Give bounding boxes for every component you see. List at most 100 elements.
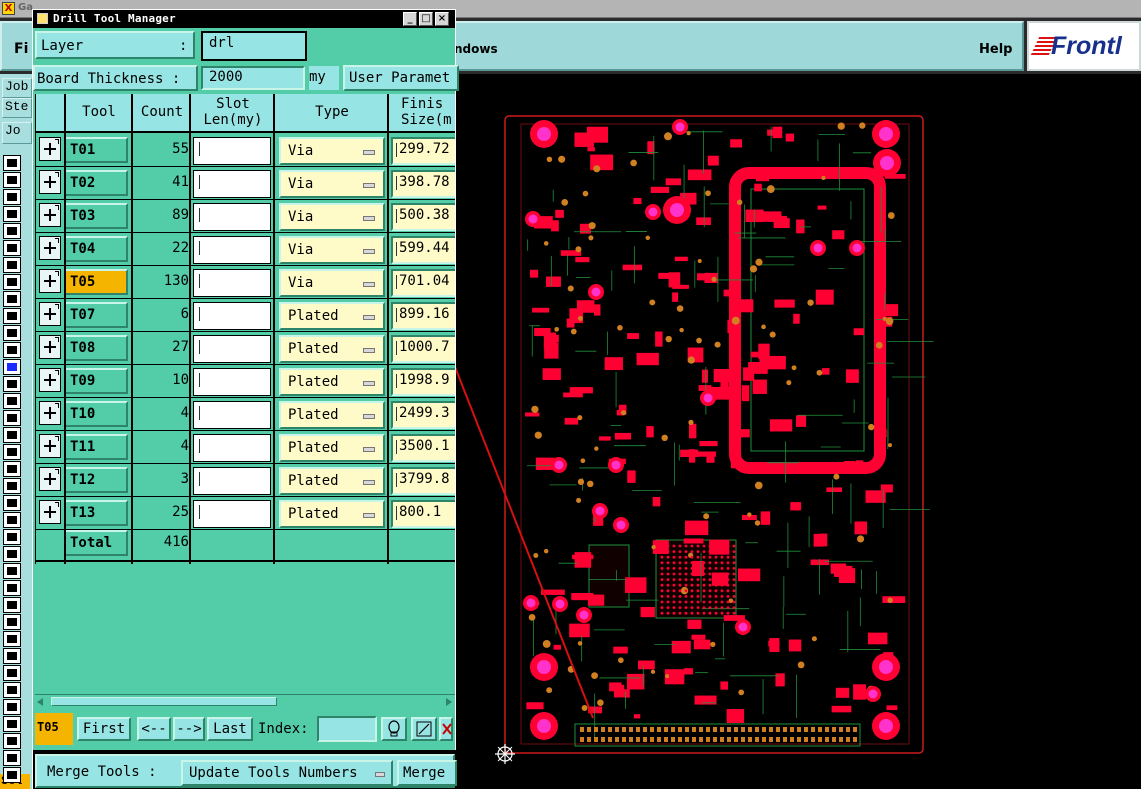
tool-button[interactable]: T04 [64, 236, 128, 262]
tool-type-select[interactable]: Via [279, 269, 385, 297]
merge-button[interactable]: Merge [397, 760, 457, 786]
left-label-job[interactable]: Job [2, 78, 32, 98]
window-menu-icon[interactable] [37, 13, 48, 24]
header-tool[interactable]: Tool [65, 94, 133, 131]
slot-length-input[interactable] [193, 335, 271, 363]
layer-checkbox[interactable] [3, 172, 21, 188]
layer-checkbox[interactable] [3, 750, 21, 766]
tool-button[interactable]: T09 [64, 368, 128, 394]
slot-length-input[interactable] [193, 434, 271, 462]
layer-checkbox[interactable] [3, 291, 21, 307]
menu-file[interactable]: Fi [14, 41, 28, 57]
layer-checkbox[interactable] [3, 461, 21, 477]
layer-checkbox[interactable] [3, 699, 21, 715]
expand-tool-icon[interactable] [39, 302, 61, 326]
edit-icon[interactable] [411, 717, 437, 741]
layer-checkbox[interactable] [3, 257, 21, 273]
tool-type-select[interactable]: Plated [279, 434, 385, 462]
tool-type-select[interactable]: Plated [279, 467, 385, 495]
tool-button[interactable]: T10 [64, 401, 128, 427]
layer-checkbox[interactable] [3, 733, 21, 749]
tool-type-select[interactable]: Plated [279, 500, 385, 528]
tool-row[interactable]: T09 10 Plated 1998.9 [35, 365, 455, 398]
layer-checkbox[interactable] [3, 512, 21, 528]
slot-length-input[interactable] [193, 302, 271, 330]
bulb-icon[interactable] [381, 717, 407, 741]
header-finish-size[interactable]: Finis Size(m [389, 94, 455, 131]
tool-type-select[interactable]: Plated [279, 335, 385, 363]
layer-checkbox[interactable] [3, 682, 21, 698]
layer-checkbox[interactable] [3, 410, 21, 426]
layer-checkbox[interactable] [3, 716, 21, 732]
expand-tool-icon[interactable] [39, 236, 61, 260]
app-close-icon[interactable]: X [2, 2, 15, 15]
tool-type-select[interactable]: Plated [279, 368, 385, 396]
expand-tool-icon[interactable] [39, 368, 61, 392]
tool-type-select[interactable]: Via [279, 236, 385, 264]
minimize-icon[interactable]: _ [403, 12, 417, 26]
slot-length-input[interactable] [193, 137, 271, 165]
expand-tool-icon[interactable] [39, 203, 61, 227]
layer-checkbox[interactable] [3, 444, 21, 460]
user-parameters-button[interactable]: User Paramet [343, 65, 459, 91]
scroll-thumb[interactable] [51, 697, 277, 706]
layer-checkbox[interactable] [3, 665, 21, 681]
tool-type-select[interactable]: Plated [279, 401, 385, 429]
tool-row[interactable]: T05 130 Via 701.04 [35, 266, 455, 299]
layer-checkbox[interactable] [3, 546, 21, 562]
finish-size-input[interactable]: 800.1 [391, 500, 455, 528]
layer-checkbox[interactable] [3, 325, 21, 341]
layer-button[interactable]: Layer : [35, 31, 195, 59]
layer-checkbox[interactable] [3, 223, 21, 239]
slot-length-input[interactable] [193, 467, 271, 495]
layer-checkbox[interactable] [3, 580, 21, 596]
layer-field[interactable]: drl [201, 31, 307, 61]
finish-size-input[interactable]: 299.72 [391, 137, 455, 165]
layer-checkbox[interactable] [3, 427, 21, 443]
tool-row[interactable]: T13 25 Plated 800.1 [35, 497, 455, 530]
header-slot-length[interactable]: Slot Len(my) [191, 94, 275, 131]
layer-checkbox[interactable] [3, 614, 21, 630]
tool-button[interactable]: T02 [64, 170, 128, 196]
tool-button[interactable]: T13 [64, 500, 128, 526]
slot-length-input[interactable] [193, 170, 271, 198]
tool-row[interactable]: T04 22 Via 599.44 [35, 233, 455, 266]
expand-tool-icon[interactable] [39, 269, 61, 293]
layer-checkbox[interactable] [3, 597, 21, 613]
expand-tool-icon[interactable] [39, 434, 61, 458]
finish-size-input[interactable]: 2499.3 [391, 401, 455, 429]
tool-row[interactable]: T03 89 Via 500.38 [35, 200, 455, 233]
thickness-input[interactable]: 2000 [201, 66, 305, 90]
layer-checkbox[interactable] [3, 529, 21, 545]
finish-size-input[interactable]: 701.04 [391, 269, 455, 297]
layer-checkbox[interactable] [3, 308, 21, 324]
layer-checkbox[interactable] [3, 359, 21, 375]
last-button[interactable]: Last [207, 717, 253, 741]
tool-type-select[interactable]: Via [279, 170, 385, 198]
close-red-icon[interactable] [439, 717, 453, 741]
tool-type-select[interactable]: Via [279, 203, 385, 231]
slot-length-input[interactable] [193, 500, 271, 528]
left-label-job-button[interactable]: Jo [2, 122, 32, 144]
finish-size-input[interactable]: 1998.9 [391, 368, 455, 396]
layer-checkbox[interactable] [3, 155, 21, 171]
layer-checkbox[interactable] [3, 206, 21, 222]
maximize-icon[interactable]: □ [419, 12, 433, 26]
tool-button[interactable]: T12 [64, 467, 128, 493]
layer-checkbox[interactable] [3, 563, 21, 579]
tool-type-select[interactable]: Via [279, 137, 385, 165]
tool-type-select[interactable]: Plated [279, 302, 385, 330]
tool-row[interactable]: T02 41 Via 398.78 [35, 167, 455, 200]
layer-checkbox[interactable] [3, 495, 21, 511]
tool-row[interactable]: T10 4 Plated 2499.3 [35, 398, 455, 431]
slot-length-input[interactable] [193, 269, 271, 297]
tool-button[interactable]: T07 [64, 302, 128, 328]
tool-row[interactable]: T07 6 Plated 899.16 [35, 299, 455, 332]
expand-tool-icon[interactable] [39, 500, 61, 524]
menu-windows[interactable]: ndows [454, 42, 498, 56]
expand-tool-icon[interactable] [39, 401, 61, 425]
tool-button[interactable]: T01 [64, 137, 128, 163]
tool-row[interactable]: T01 55 Via 299.72 [35, 134, 455, 167]
finish-size-input[interactable]: 3500.1 [391, 434, 455, 462]
layer-checkbox[interactable] [3, 376, 21, 392]
